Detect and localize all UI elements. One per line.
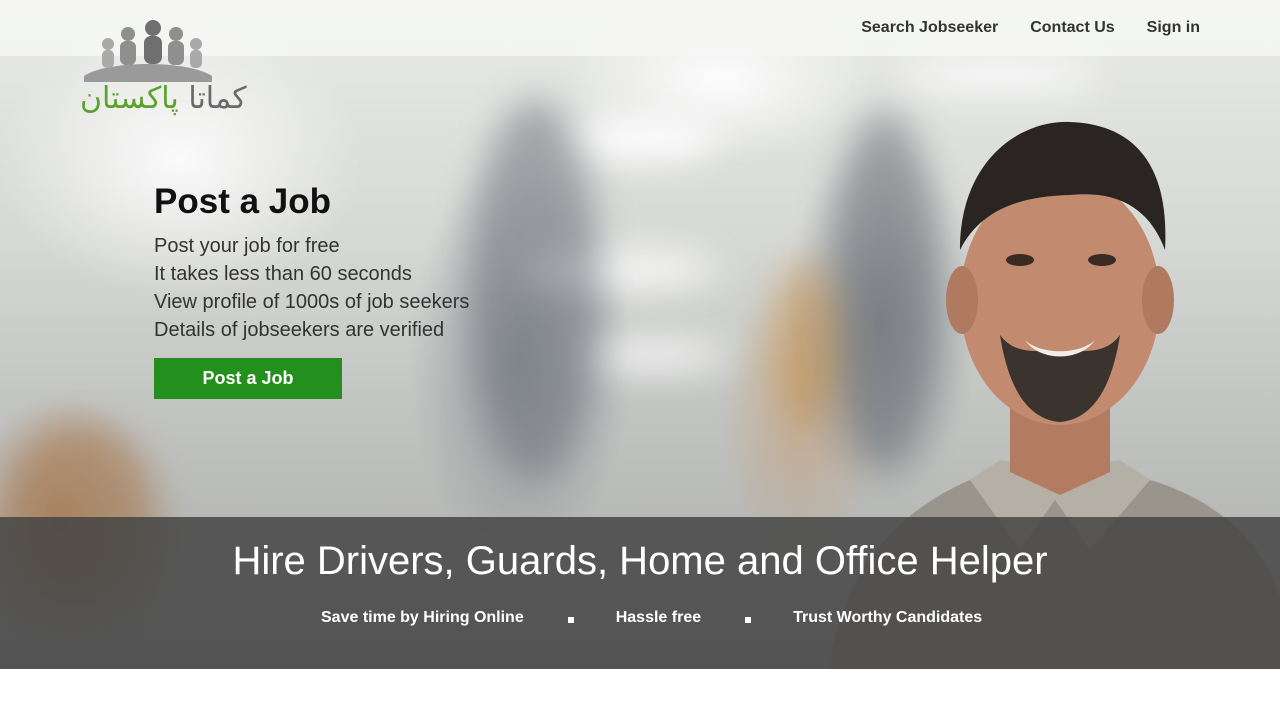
logo-word-2: پاکستان — [80, 81, 179, 116]
main-nav: Search Jobseeker Contact Us Sign in — [861, 19, 1200, 37]
banner-headline: Hire Drivers, Guards, Home and Office He… — [232, 539, 1048, 583]
nav-contact-us-link[interactable]: Contact Us — [1030, 19, 1114, 37]
feature-list: Save time by Hiring Online Hassle free T… — [321, 609, 982, 627]
nav-sign-in-link[interactable]: Sign in — [1147, 19, 1200, 37]
bullet-separator — [567, 617, 574, 623]
bullet-separator — [745, 617, 752, 623]
feature-item: Save time by Hiring Online — [321, 609, 524, 626]
benefit-item: It takes less than 60 seconds — [154, 263, 412, 285]
benefit-item: Details of jobseekers are verified — [154, 319, 445, 341]
feature-item: Trust Worthy Candidates — [793, 609, 983, 626]
nav-search-jobseeker-link[interactable]: Search Jobseeker — [861, 19, 998, 37]
people-silhouette-icon — [84, 20, 212, 82]
pillar-blob — [470, 100, 600, 480]
hire-banner: Hire Drivers, Guards, Home and Office He… — [0, 517, 1280, 669]
post-job-section: Post a Job Post your job for free It tak… — [154, 182, 469, 399]
post-job-button[interactable]: Post a Job — [154, 358, 342, 399]
benefit-item: Post your job for free — [154, 235, 340, 257]
feature-item: Hassle free — [615, 609, 702, 626]
logo-word-1: کماتا — [188, 81, 247, 116]
light-blob — [580, 340, 730, 370]
site-logo[interactable]: کماتا پاکستان — [78, 20, 247, 120]
benefit-item: View profile of 1000s of job seekers — [154, 291, 470, 313]
light-blob — [900, 60, 1100, 90]
logo-wordmark: کماتا پاکستان — [80, 82, 247, 116]
section-title: Post a Job — [154, 182, 331, 221]
benefits-list: Post your job for free It takes less tha… — [154, 232, 469, 344]
light-blob — [560, 120, 720, 160]
